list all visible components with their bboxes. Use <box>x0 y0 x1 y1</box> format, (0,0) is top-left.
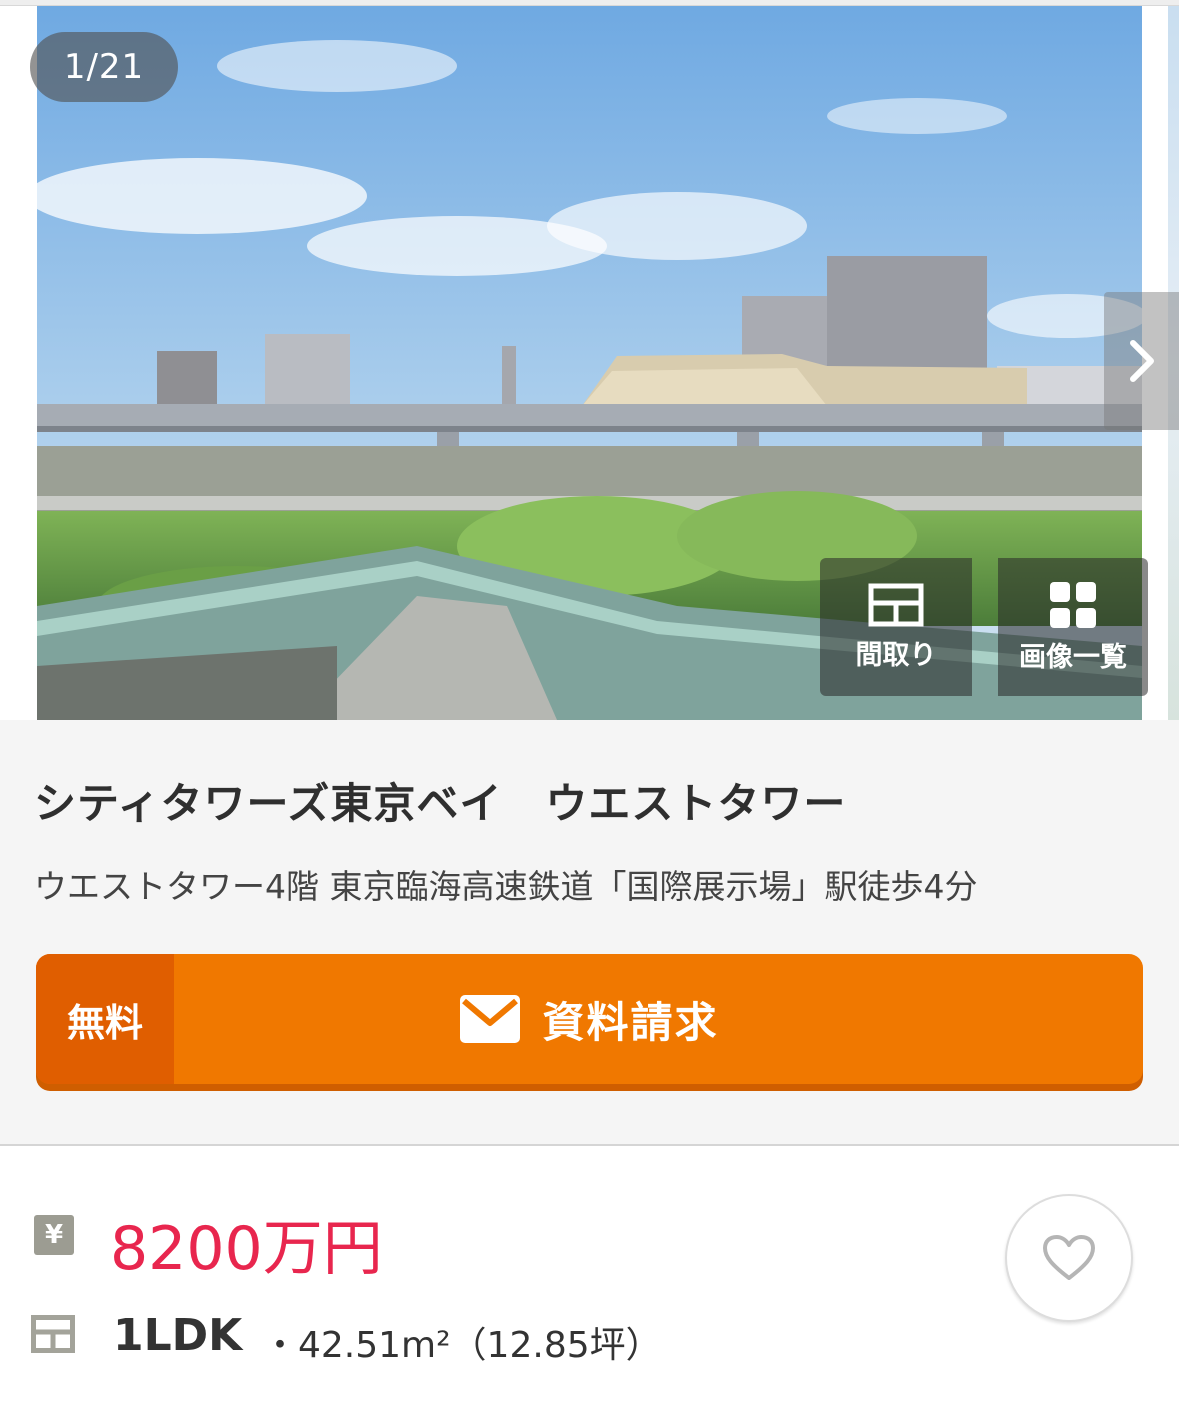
property-photo[interactable] <box>37 6 1142 720</box>
all-images-button[interactable]: 画像一覧 <box>998 558 1148 696</box>
floorplan-icon <box>868 583 924 626</box>
yen-icon: ¥ <box>34 1215 74 1255</box>
favorite-button[interactable] <box>1005 1194 1133 1322</box>
free-badge: 無料 <box>36 954 174 1084</box>
request-brochure-content: 資料請求 <box>174 954 1143 1084</box>
photo-counter: 1/21 <box>30 32 178 102</box>
photo-gallery[interactable]: 1/21 間取り 画像一覧 <box>0 6 1179 720</box>
floor-area: ・42.51m²（12.85坪） <box>262 1325 662 1366</box>
grid-icon <box>1050 581 1096 628</box>
property-title: シティタワーズ東京ベイ ウエストタワー <box>34 779 847 828</box>
all-images-label: 画像一覧 <box>1019 641 1127 673</box>
price: 8200万円 <box>110 1214 383 1284</box>
property-subtitle: ウエストタワー4階 東京臨海高速鉄道「国際展示場」駅徒歩4分 <box>34 867 978 906</box>
floorplan-small-icon <box>31 1315 75 1353</box>
property-details: ¥ 8200万円 1LDK ・42.51m²（12.85坪） <box>0 1148 1179 1401</box>
room-layout: 1LDK <box>113 1310 243 1361</box>
request-brochure-label: 資料請求 <box>542 997 719 1047</box>
request-brochure-button[interactable]: 無料 資料請求 <box>36 954 1143 1084</box>
floorplan-button[interactable]: 間取り <box>820 558 972 696</box>
mail-icon <box>460 995 521 1043</box>
next-photo-button[interactable] <box>1104 292 1179 430</box>
floorplan-label: 間取り <box>855 639 937 671</box>
property-info: シティタワーズ東京ベイ ウエストタワー ウエストタワー4階 東京臨海高速鉄道「国… <box>0 720 1179 1146</box>
heart-icon <box>1043 1235 1095 1280</box>
chevron-right-icon <box>1129 340 1154 382</box>
